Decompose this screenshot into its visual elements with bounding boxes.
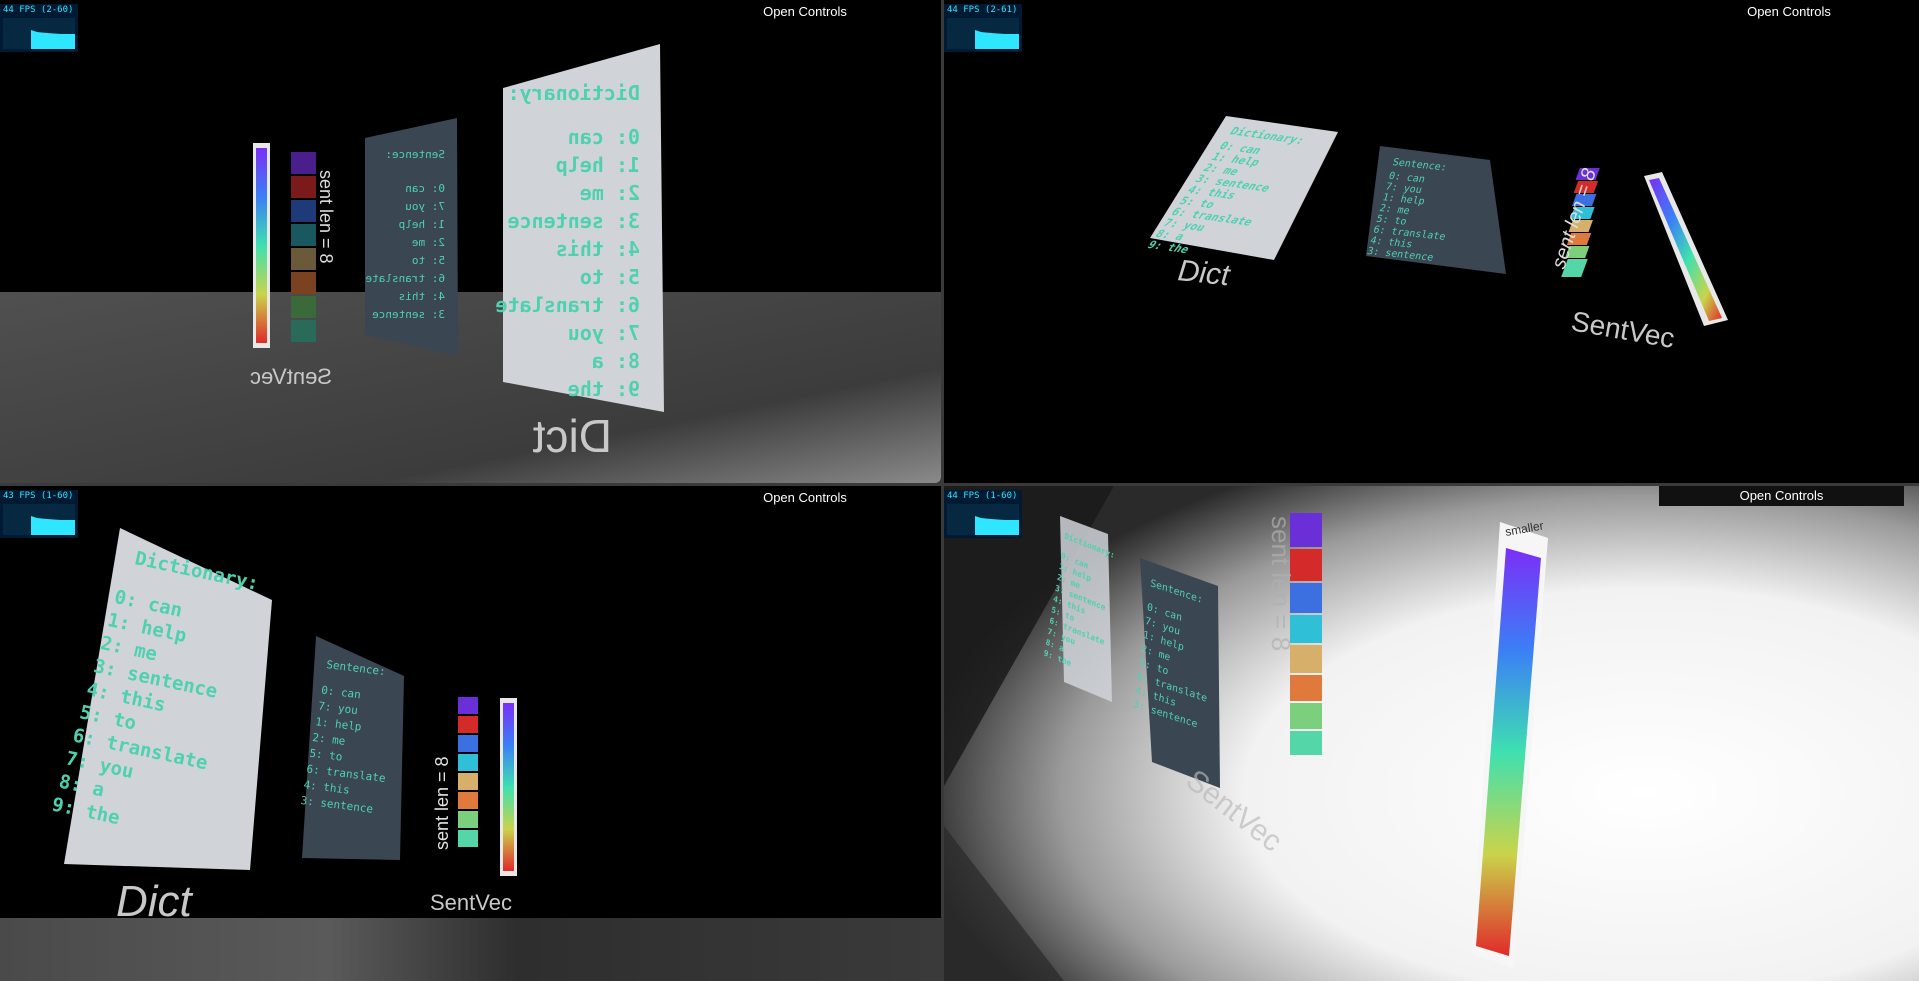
open-controls-button[interactable]: Open Controls [1699,4,1879,20]
svg-text:9: the: 9: the [568,377,640,401]
svg-text:4: this: 4: this [556,237,640,261]
fps-readout: 44 FPS (2-60) [3,5,74,15]
scene-canvas: Dictionary: 0: can 1: help 2: me 3: sent… [0,528,941,981]
svg-text:3: sentence: 3: sentence [372,308,445,321]
dict-label: Dict [1176,254,1232,292]
fps-graph [947,18,1019,49]
floor-plane [0,918,941,981]
svg-text:1: help: 1: help [556,153,640,177]
colorbar [503,703,514,871]
scene-canvas: Dictionary: 0: can 1: help 2: me 3: sent… [944,486,1919,981]
open-controls-button[interactable]: Open Controls [715,490,895,506]
fps-stats-panel[interactable]: 44 FPS (1-60) [944,490,1022,538]
sent-len-label: sent len = 8 [316,170,336,264]
colorbar [256,148,267,343]
svg-text:0: can: 0: can [568,125,640,149]
dictionary-title: Dictionary: [508,81,640,105]
sentvec-label: SentVec [250,364,332,389]
open-controls-button[interactable]: Open Controls [715,4,895,20]
sentvec-label: SentVec [430,890,512,915]
svg-text:6: translate: 6: translate [366,272,445,285]
floor-plane [0,292,941,483]
svg-text:7: you: 7: you [405,200,445,213]
fps-stats-panel[interactable]: 43 FPS (1-60) [0,490,78,538]
viewport-top-left[interactable]: Dictionary: 0: can 1: help 2: me 3: sent… [0,0,941,483]
fps-graph [3,504,75,535]
fps-stats-panel[interactable]: 44 FPS (2-60) [0,4,78,52]
sentvec-cubes [291,152,316,342]
svg-text:0: can: 0: can [405,182,445,195]
dict-label: Dict [533,410,612,462]
svg-text:Sentence:: Sentence: [385,148,445,161]
fps-stats-panel[interactable]: 44 FPS (2-61) [944,4,1022,52]
colorbar [1649,178,1722,321]
fps-readout: 43 FPS (1-60) [3,491,74,501]
svg-text:5: to: 5: to [580,265,640,289]
fps-readout: 44 FPS (2-61) [947,5,1018,15]
fps-graph [3,18,75,49]
dict-label: Dict [116,877,194,926]
sent-len-label: sent len = 8 [432,756,452,850]
svg-text:7: you: 7: you [568,321,640,345]
viewport-grid: Dictionary: 0: can 1: help 2: me 3: sent… [0,0,1919,981]
viewport-top-right[interactable]: Dictionary: 0: can 1: help 2: me 3: sent… [944,0,1919,483]
viewport-bottom-left[interactable]: Dictionary: 0: can 1: help 2: me 3: sent… [0,486,941,981]
svg-text:2: me: 2: me [412,236,445,249]
svg-text:4: this: 4: this [399,290,445,303]
svg-text:5: to: 5: to [412,254,445,267]
viewport-bottom-right[interactable]: Dictionary: 0: can 1: help 2: me 3: sent… [944,486,1919,981]
svg-text:8: a: 8: a [592,349,640,373]
scene-canvas: Dictionary: 0: can 1: help 2: me 3: sent… [1145,116,1728,354]
open-controls-button[interactable]: Open Controls [1659,486,1904,506]
svg-text:2: me: 2: me [580,181,640,205]
fps-graph [947,504,1019,535]
sentvec-label: SentVec [1569,305,1677,354]
svg-text:1: help: 1: help [399,218,445,231]
sentvec-cubes [458,697,478,847]
sent-len-label: sent len = 8 [1266,516,1296,651]
fps-readout: 44 FPS (1-60) [947,491,1018,501]
svg-text:6: translate: 6: translate [496,293,641,317]
svg-text:3: sentence: 3: sentence [508,209,640,233]
scene-canvas: Dictionary: 0: can 1: help 2: me 3: sent… [0,44,941,483]
